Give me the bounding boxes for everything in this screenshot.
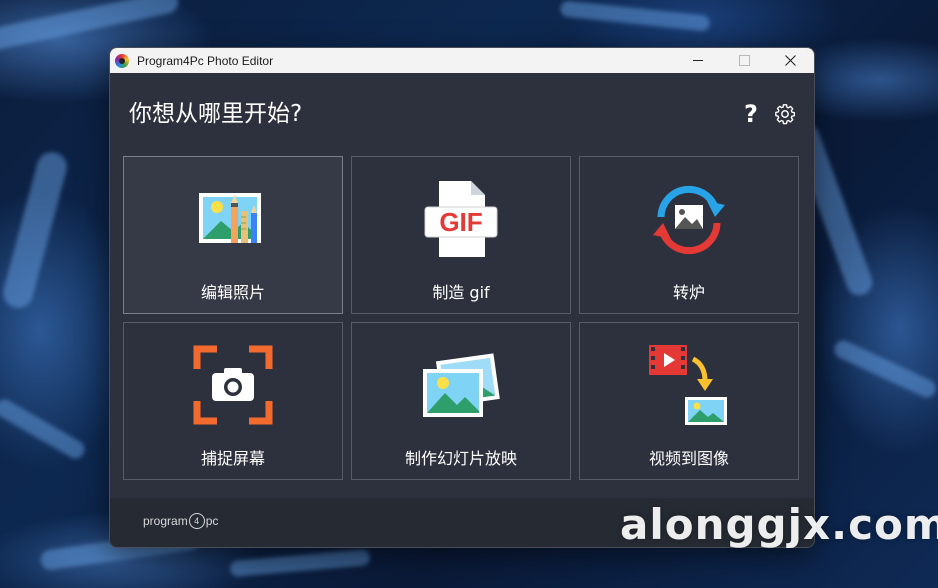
gear-icon[interactable] bbox=[774, 103, 796, 125]
brand-logo-text: program bbox=[143, 514, 188, 528]
wallpaper-decoration bbox=[0, 0, 181, 53]
gif-file-icon: GIF bbox=[424, 181, 498, 257]
tile-capture-screen-label: 捕捉屏幕 bbox=[200, 449, 265, 468]
app-window: Program4Pc Photo Editor 你想从哪里开始? ? 编辑照片 … bbox=[109, 47, 815, 548]
wallpaper-decoration bbox=[0, 396, 88, 462]
tile-slideshow[interactable]: 制作幻灯片放映 bbox=[351, 322, 571, 480]
title-bar[interactable]: Program4Pc Photo Editor bbox=[110, 48, 814, 73]
tile-edit-photo[interactable]: 编辑照片 bbox=[123, 156, 343, 314]
gif-badge-text: GIF bbox=[439, 207, 482, 237]
program4pc-logo: program 4 pc bbox=[143, 513, 218, 529]
video-to-image-icon bbox=[649, 345, 727, 425]
window-title: Program4Pc Photo Editor bbox=[137, 53, 274, 68]
tile-capture-screen[interactable]: 捕捉屏幕 bbox=[123, 322, 343, 480]
tile-convert[interactable]: 转炉 bbox=[579, 156, 799, 314]
maximize-icon bbox=[738, 55, 750, 66]
slideshow-icon bbox=[423, 353, 500, 417]
close-button[interactable] bbox=[767, 48, 813, 73]
help-icon[interactable]: ? bbox=[739, 100, 763, 128]
tile-video-to-image-label: 视频到图像 bbox=[648, 449, 729, 468]
brand-logo-number: 4 bbox=[188, 513, 205, 529]
minimize-icon bbox=[693, 60, 703, 61]
edit-photo-icon bbox=[199, 193, 261, 243]
convert-image-icon bbox=[653, 185, 725, 255]
wallpaper-decoration bbox=[559, 0, 711, 32]
close-icon bbox=[784, 55, 796, 66]
maximize-button[interactable] bbox=[721, 48, 767, 73]
tile-make-gif-label: 制造 gif bbox=[432, 283, 490, 302]
wallpaper-decoration bbox=[229, 548, 371, 578]
wallpaper-decoration bbox=[0, 148, 71, 312]
wallpaper-decoration bbox=[831, 337, 938, 401]
page-title: 你想从哪里开始? bbox=[129, 101, 303, 127]
tile-convert-label: 转炉 bbox=[672, 283, 705, 302]
tile-make-gif[interactable]: GIF 制造 gif bbox=[351, 156, 571, 314]
screen-capture-icon bbox=[193, 345, 273, 425]
tile-slideshow-label: 制作幻灯片放映 bbox=[404, 449, 517, 468]
site-watermark: alonggjx.com bbox=[620, 500, 938, 549]
tile-video-to-image[interactable]: 视频到图像 bbox=[579, 322, 799, 480]
tile-edit-photo-label: 编辑照片 bbox=[200, 283, 265, 302]
app-logo-icon bbox=[115, 53, 129, 68]
brand-logo-suffix: pc bbox=[205, 514, 219, 528]
minimize-button[interactable] bbox=[675, 48, 721, 73]
